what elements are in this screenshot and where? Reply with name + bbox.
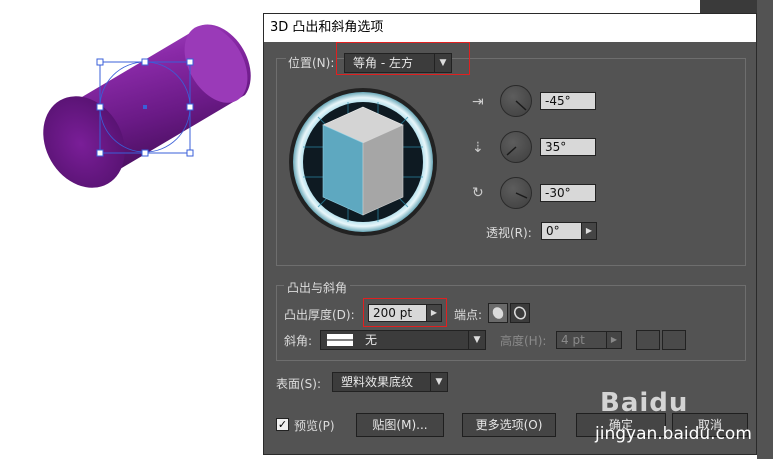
- rotation-track-cube[interactable]: [288, 87, 438, 237]
- surface-value: 塑料效果底纹: [341, 375, 414, 389]
- preview-label[interactable]: 预览(P): [294, 417, 335, 434]
- cube-icon: [322, 106, 404, 216]
- height-label: 高度(H):: [500, 334, 547, 348]
- artboard-cylinder[interactable]: [0, 0, 265, 200]
- rotate-y-dial[interactable]: [500, 131, 532, 163]
- watermark-brand: Baidu: [600, 388, 689, 418]
- cap-on-button[interactable]: [488, 303, 508, 323]
- extrude-depth-label: 凸出厚度(D):: [284, 308, 355, 322]
- more-options-button[interactable]: 更多选项(O): [462, 413, 556, 437]
- rotate-y-icon: ⇣: [472, 140, 484, 156]
- bevel-value: 无: [365, 333, 378, 347]
- rotate-z-input[interactable]: -30°: [540, 184, 596, 202]
- arrow-right-icon[interactable]: ▶: [581, 223, 596, 239]
- height-stepper: 4 pt ▶: [556, 331, 622, 349]
- watermark-url: jingyan.baidu.com: [595, 424, 752, 444]
- bevel-swatch-icon: [327, 334, 353, 346]
- extrude-section-title: 凸出与斜角: [284, 279, 351, 296]
- surface-dropdown[interactable]: 塑料效果底纹 ▼: [332, 372, 448, 392]
- cap-off-button[interactable]: [510, 303, 530, 323]
- map-button[interactable]: 贴图(M)...: [356, 413, 444, 437]
- position-label: 位置(N):: [286, 54, 337, 71]
- rotate-z-icon: ↻: [472, 185, 484, 201]
- rotate-x-dial[interactable]: [500, 85, 532, 117]
- bevel-out-button: [636, 330, 660, 350]
- cap-label: 端点:: [454, 308, 483, 322]
- bevel-dropdown[interactable]: 无 ▼: [320, 330, 486, 350]
- position-highlight: [336, 42, 470, 75]
- arrow-right-icon: ▶: [606, 332, 621, 348]
- dialog-title: 3D 凸出和斜角选项: [264, 14, 756, 42]
- rotate-z-dial[interactable]: [500, 177, 532, 209]
- rotate-x-icon: ⇥: [472, 94, 484, 110]
- bevel-label: 斜角:: [284, 334, 313, 348]
- perspective-value: 0°: [546, 224, 560, 238]
- chevron-down-icon: ▼: [430, 373, 447, 391]
- bevel-in-button: [662, 330, 686, 350]
- chevron-down-icon: ▼: [468, 331, 485, 349]
- surface-label: 表面(S):: [276, 377, 322, 391]
- perspective-stepper[interactable]: 0° ▶: [541, 222, 597, 240]
- height-value: 4 pt: [561, 333, 585, 347]
- rotate-y-input[interactable]: 35°: [540, 138, 596, 156]
- rotate-x-input[interactable]: -45°: [540, 92, 596, 110]
- perspective-label: 透视(R):: [486, 226, 532, 240]
- background-panel-edge: [757, 0, 773, 459]
- extrude-depth-highlight: [363, 298, 447, 327]
- preview-checkbox[interactable]: ✓: [276, 418, 289, 431]
